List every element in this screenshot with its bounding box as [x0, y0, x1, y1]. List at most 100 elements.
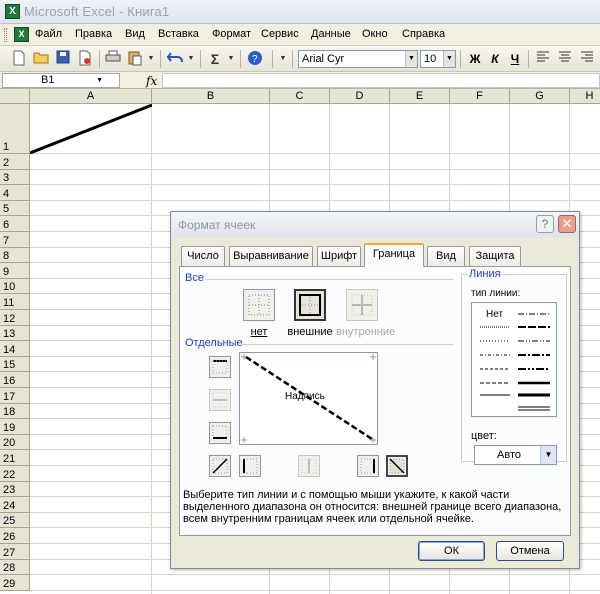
menu-help[interactable]: Справка — [402, 28, 445, 40]
column-header[interactable]: H — [570, 89, 600, 104]
tab-view[interactable]: Вид — [427, 246, 465, 266]
workbook-icon[interactable]: X — [14, 27, 29, 42]
align-right-icon[interactable] — [578, 50, 596, 68]
chevron-down-icon[interactable]: ▼ — [443, 51, 455, 67]
row-header[interactable]: 7 — [0, 232, 30, 248]
preset-none-button[interactable] — [243, 289, 275, 321]
menu-insert[interactable]: Вставка — [158, 28, 199, 40]
font-size-select[interactable]: 10 ▼ — [420, 50, 456, 68]
column-header[interactable]: D — [330, 89, 390, 104]
column-header[interactable]: B — [152, 89, 270, 104]
menu-grip[interactable] — [4, 28, 7, 42]
toolbar-options-icon[interactable]: ▼ — [278, 50, 288, 68]
preset-outline-button[interactable] — [294, 289, 326, 321]
menu-view[interactable]: Вид — [125, 28, 145, 40]
underline-button[interactable]: Ч — [506, 50, 524, 68]
menu-window[interactable]: Окно — [362, 28, 388, 40]
permission-icon[interactable] — [76, 50, 94, 68]
undo-dropdown-icon[interactable]: ▼ — [186, 50, 196, 68]
new-document-icon[interactable] — [10, 50, 28, 68]
border-top-button[interactable] — [209, 356, 231, 378]
column-header[interactable]: F — [450, 89, 510, 104]
row-header[interactable]: 1 — [0, 104, 30, 154]
help-button[interactable]: ? — [536, 215, 554, 233]
row-header[interactable]: 11 — [0, 294, 30, 310]
chevron-down-icon[interactable]: ▼ — [96, 74, 103, 87]
border-bottom-button[interactable] — [209, 422, 231, 444]
row-header[interactable]: 16 — [0, 372, 30, 388]
tab-font[interactable]: Шрифт — [317, 246, 361, 266]
line-style-list[interactable]: Нет — [471, 302, 557, 417]
row-header[interactable]: 19 — [0, 419, 30, 435]
align-center-icon[interactable] — [556, 50, 574, 68]
row-header[interactable]: 13 — [0, 325, 30, 342]
menu-data[interactable]: Данные — [311, 28, 351, 40]
row-header[interactable]: 17 — [0, 388, 30, 404]
row-header[interactable]: 22 — [0, 466, 30, 482]
row-header[interactable]: 3 — [0, 169, 30, 186]
row-header[interactable]: 20 — [0, 434, 30, 451]
autosum-dropdown-icon[interactable]: ▼ — [226, 50, 236, 68]
border-diagonal-up-button[interactable] — [209, 455, 231, 477]
color-select[interactable]: Авто ▼ — [474, 445, 557, 465]
row-header[interactable]: 6 — [0, 216, 30, 232]
align-left-icon[interactable] — [534, 50, 552, 68]
paste-dropdown-icon[interactable]: ▼ — [146, 50, 156, 68]
undo-icon[interactable] — [166, 50, 184, 68]
row-header[interactable]: 10 — [0, 278, 30, 295]
row-header[interactable]: 2 — [0, 154, 30, 170]
cancel-button[interactable]: Отмена — [496, 541, 564, 561]
row-header[interactable]: 28 — [0, 559, 30, 576]
dialog-title-bar[interactable]: Формат ячеек ? ✕ — [171, 212, 579, 237]
autosum-icon[interactable]: Σ — [206, 50, 224, 68]
row-header[interactable]: 25 — [0, 512, 30, 529]
fx-icon[interactable]: fx — [146, 74, 157, 88]
column-header[interactable]: A — [30, 89, 152, 104]
menu-format[interactable]: Формат — [212, 28, 251, 40]
row-header[interactable]: 24 — [0, 497, 30, 513]
help-icon[interactable]: ? — [246, 50, 264, 68]
row-header[interactable]: 26 — [0, 528, 30, 544]
chevron-down-icon[interactable]: ▼ — [540, 446, 556, 464]
name-box[interactable]: B1 ▼ — [2, 73, 120, 88]
font-name-select[interactable]: Arial Cyr ▼ — [298, 50, 418, 68]
tab-alignment[interactable]: Выравнивание — [229, 246, 313, 266]
menu-file[interactable]: Файл — [35, 28, 62, 40]
border-inner-horizontal-button[interactable] — [209, 389, 231, 411]
close-button[interactable]: ✕ — [558, 215, 576, 233]
tab-protection[interactable]: Защита — [469, 246, 521, 266]
row-header[interactable]: 15 — [0, 356, 30, 373]
save-icon[interactable] — [54, 50, 72, 68]
excel-icon[interactable]: X — [5, 4, 20, 19]
column-header[interactable]: C — [270, 89, 330, 104]
column-header[interactable]: G — [510, 89, 570, 104]
row-header[interactable]: 23 — [0, 481, 30, 498]
row-header[interactable]: 27 — [0, 544, 30, 560]
row-header[interactable]: 4 — [0, 185, 30, 201]
row-header[interactable]: 5 — [0, 200, 30, 217]
row-header[interactable]: 12 — [0, 310, 30, 326]
paste-icon[interactable] — [126, 50, 144, 68]
formula-input[interactable] — [162, 73, 600, 88]
row-header[interactable]: 8 — [0, 247, 30, 264]
chevron-down-icon[interactable]: ▼ — [405, 51, 417, 67]
ok-button[interactable]: ОК — [418, 541, 485, 561]
bold-button[interactable]: Ж — [466, 50, 484, 68]
row-header[interactable]: 9 — [0, 263, 30, 279]
row-header[interactable]: 14 — [0, 341, 30, 357]
cell-a1[interactable] — [30, 104, 152, 154]
row-header[interactable]: 29 — [0, 575, 30, 591]
print-icon[interactable] — [104, 50, 122, 68]
column-header[interactable]: E — [390, 89, 450, 104]
menu-tools[interactable]: Сервис — [261, 28, 299, 40]
border-left-button[interactable] — [239, 455, 261, 477]
select-all-corner[interactable] — [0, 89, 30, 104]
italic-button[interactable]: К — [486, 50, 504, 68]
tab-number[interactable]: Число — [181, 246, 225, 266]
tab-border[interactable]: Граница — [364, 243, 424, 267]
menu-edit[interactable]: Правка — [75, 28, 112, 40]
row-header[interactable]: 18 — [0, 403, 30, 420]
border-inner-vertical-button[interactable] — [298, 455, 320, 477]
open-folder-icon[interactable] — [32, 50, 50, 68]
border-preview[interactable]: Надпись — [239, 352, 378, 445]
